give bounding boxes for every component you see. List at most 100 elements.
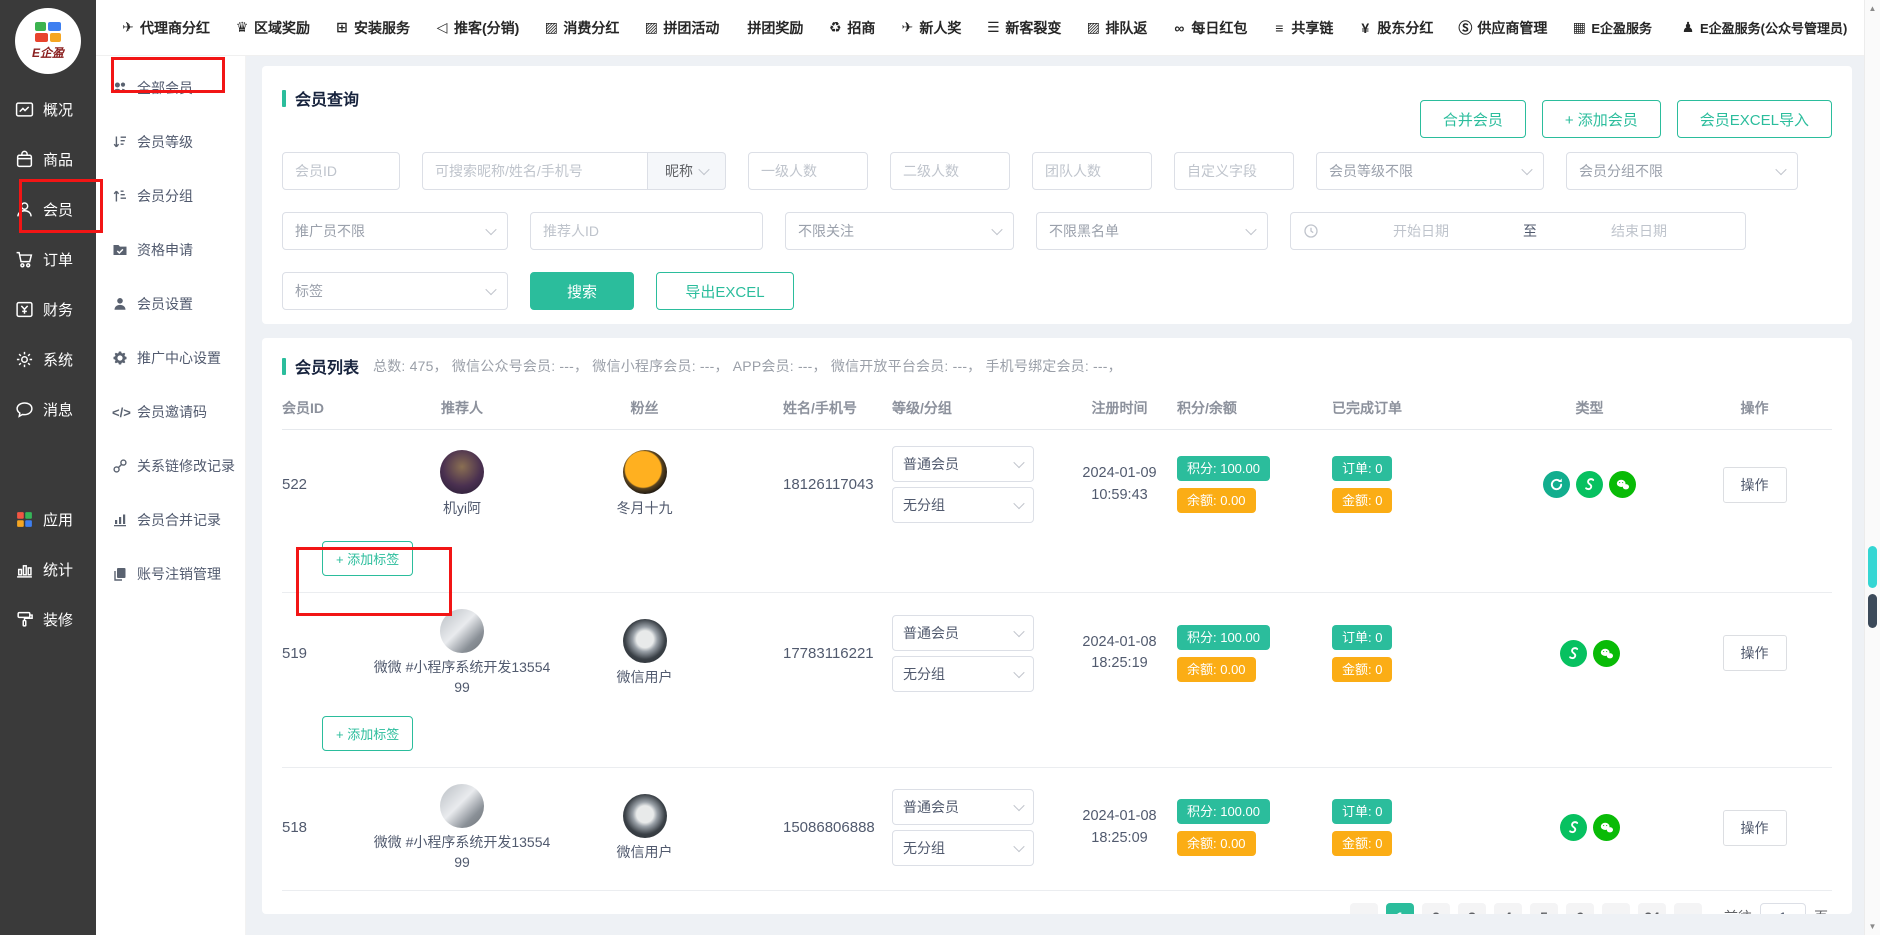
submenu-item-merge-log[interactable]: 会员合并记录 [96, 493, 245, 547]
sidebar-item-finance[interactable]: 财务 [0, 284, 96, 334]
topnav-item-shareholder-dividend[interactable]: ¥股东分红 [1357, 18, 1433, 38]
pagination-ellipsis[interactable]: ••• [1602, 903, 1630, 914]
date-range-picker[interactable]: 开始日期 至 结束日期 [1290, 212, 1746, 250]
sidebar-item-member[interactable]: 会员 [0, 184, 96, 234]
pagination-page-3[interactable]: 3 [1458, 903, 1486, 914]
group-select[interactable]: 无分组 [892, 830, 1034, 866]
topnav-item-new-customer[interactable]: ☰新客裂变 [985, 18, 1061, 38]
submenu-item-promotion-settings[interactable]: 推广中心设置 [96, 331, 245, 385]
topnav-item-consume-dividend[interactable]: ▨消费分红 [543, 18, 619, 38]
submenu-item-account-cancel[interactable]: 账号注销管理 [96, 547, 245, 601]
blacklist-select[interactable]: 不限黑名单 [1036, 212, 1268, 250]
submenu-item-all-members[interactable]: 全部会员 [96, 61, 245, 115]
sidebar-item-apps[interactable]: 应用 [0, 494, 96, 544]
promoter-select[interactable]: 推广员不限 [282, 212, 508, 250]
pagination-next[interactable]: › [1674, 903, 1702, 914]
level1-count-input[interactable] [748, 152, 868, 190]
sidebar-item-stats[interactable]: 统计 [0, 544, 96, 594]
pagination-prev[interactable]: ‹ [1350, 903, 1378, 914]
topnav-item-group-reward[interactable]: 拼团奖励 [743, 18, 803, 38]
export-excel-button[interactable]: 导出EXCEL [656, 272, 794, 310]
referrer-avatar[interactable] [440, 609, 484, 653]
level2-count-input[interactable] [890, 152, 1010, 190]
submenu-item-relation-log[interactable]: 关系链修改记录 [96, 439, 245, 493]
tag-select[interactable]: 标签 [282, 272, 508, 310]
member-id: 518 [282, 819, 362, 836]
topnav-item-queue-return[interactable]: ▨排队返 [1085, 18, 1147, 38]
goto-page-input[interactable] [1760, 903, 1806, 914]
member-group-select[interactable]: 会员分组不限 [1566, 152, 1798, 190]
referrer-id-input[interactable] [530, 212, 763, 250]
pagination-page-5[interactable]: 5 [1530, 903, 1558, 914]
row-action-button[interactable]: 操作 [1723, 467, 1787, 503]
member-id-input[interactable] [282, 152, 400, 190]
chevron-down-icon [1775, 164, 1786, 175]
submenu-item-invite-code[interactable]: </> 会员邀请码 [96, 385, 245, 439]
merge-member-button[interactable]: 合并会员 [1420, 100, 1526, 138]
topnav-item-newbie-award[interactable]: ✈新人奖 [899, 18, 961, 38]
fan-avatar[interactable] [623, 794, 667, 838]
topnav-item-agent-dividend[interactable]: ✈代理商分红 [120, 18, 210, 38]
level-select[interactable]: 普通会员 [892, 789, 1034, 825]
referrer-avatar[interactable] [440, 784, 484, 828]
pagination-page-6[interactable]: 6 [1566, 903, 1594, 914]
submenu-item-member-settings[interactable]: 会员设置 [96, 277, 245, 331]
orders-amount-cell: 订单: 0 金额: 0 [1332, 799, 1502, 856]
logo-text: E企盈 [32, 44, 64, 61]
referrer-avatar[interactable] [440, 450, 484, 494]
team-count-input[interactable] [1032, 152, 1152, 190]
submenu-item-qualification[interactable]: 资格申请 [96, 223, 245, 277]
add-member-button[interactable]: + 添加会员 [1542, 100, 1661, 138]
keyword-input[interactable] [422, 152, 648, 190]
search-button[interactable]: 搜索 [530, 272, 634, 310]
menu-lines-icon: ☰ [985, 19, 1001, 36]
sidebar-item-overview[interactable]: 概况 [0, 84, 96, 134]
member-phone: 18126117043 [727, 476, 892, 493]
topnav-item-region-reward[interactable]: ♛区域奖励 [234, 18, 310, 38]
pagination-page-1[interactable]: 1 [1386, 903, 1414, 914]
balance-badge: 余额: 0.00 [1177, 831, 1256, 856]
topnav-item-share-chain[interactable]: ≡共享链 [1271, 18, 1333, 38]
fan-name: 微信用户 [617, 842, 673, 862]
sidebar-item-goods[interactable]: 商品 [0, 134, 96, 184]
excel-import-button[interactable]: 会员EXCEL导入 [1677, 100, 1832, 138]
sidebar-item-order[interactable]: 订单 [0, 234, 96, 284]
fan-avatar[interactable] [623, 619, 667, 663]
topnav-item-daily-redpacket[interactable]: ∞每日红包 [1171, 18, 1247, 38]
submenu-item-member-group[interactable]: 会员分组 [96, 169, 245, 223]
level-select[interactable]: 普通会员 [892, 615, 1034, 651]
topnav-account-menu[interactable]: ♟E企盈服务(公众号管理员) [1680, 18, 1847, 37]
pagination-page-24[interactable]: 24 [1638, 903, 1666, 914]
fan-avatar[interactable] [623, 450, 667, 494]
scroll-down-icon[interactable]: ▼ [1865, 922, 1880, 931]
member-level-select[interactable]: 会员等级不限 [1316, 152, 1544, 190]
page-scrollbar[interactable]: ▲ ▼ [1864, 0, 1880, 935]
orders-badge: 订单: 0 [1332, 625, 1392, 650]
custom-field-input[interactable] [1174, 152, 1294, 190]
follow-select[interactable]: 不限关注 [785, 212, 1014, 250]
member-id: 522 [282, 476, 362, 493]
topnav-item-install-service[interactable]: ⊞安装服务 [334, 18, 410, 38]
pagination-page-4[interactable]: 4 [1494, 903, 1522, 914]
member-row-519: 519 微微 #小程序系统开发13554 99 微信用户 17783116221… [282, 593, 1832, 768]
row-action-button[interactable]: 操作 [1723, 635, 1787, 671]
submenu-item-member-level[interactable]: 会员等级 [96, 115, 245, 169]
add-tag-button[interactable]: + 添加标签 [322, 716, 413, 751]
topnav-item-distribution[interactable]: ◁推客(分销) [434, 18, 519, 38]
keyword-type-select[interactable]: 昵称 [648, 152, 726, 190]
group-select[interactable]: 无分组 [892, 656, 1034, 692]
group-select[interactable]: 无分组 [892, 487, 1034, 523]
sidebar-item-message[interactable]: 消息 [0, 384, 96, 434]
topnav-item-supplier-management[interactable]: Ⓢ供应商管理 [1457, 18, 1547, 38]
level-select[interactable]: 普通会员 [892, 446, 1034, 482]
topnav-service-entry[interactable]: ▦E企盈服务 [1571, 18, 1652, 37]
row-action-button[interactable]: 操作 [1723, 810, 1787, 846]
topnav-item-investment[interactable]: ♻招商 [827, 18, 875, 38]
sidebar-item-decorate[interactable]: 装修 [0, 594, 96, 644]
topnav-item-group-activity[interactable]: ▨拼团活动 [643, 18, 719, 38]
sidebar-item-system[interactable]: 系统 [0, 334, 96, 384]
scroll-up-icon[interactable]: ▲ [1865, 4, 1880, 13]
members-icon [112, 80, 128, 96]
pagination-page-2[interactable]: 2 [1422, 903, 1450, 914]
add-tag-button[interactable]: + 添加标签 [322, 541, 413, 576]
